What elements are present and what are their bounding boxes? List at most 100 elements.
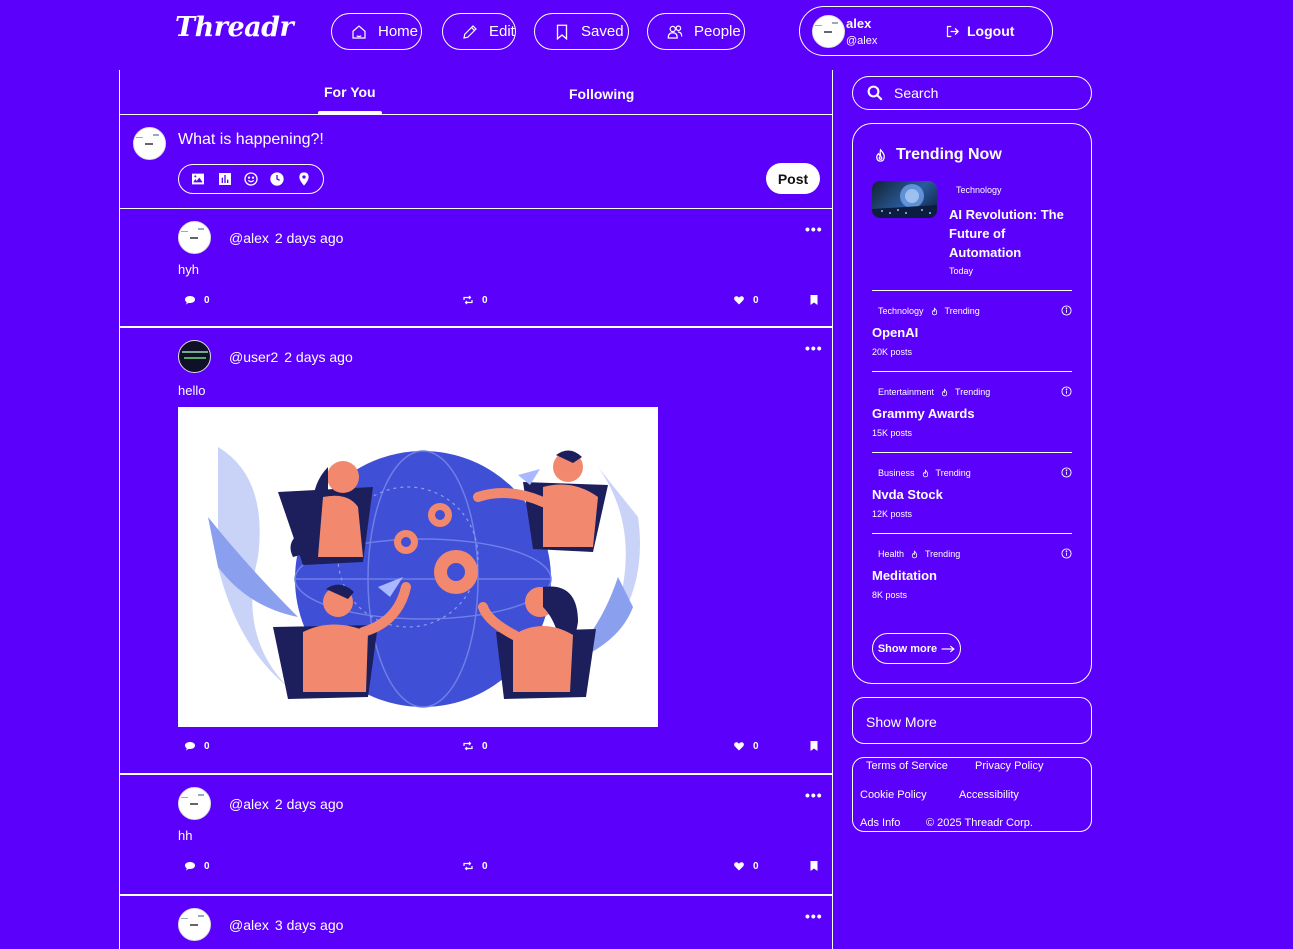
post: @alex 3 days ago ••• bbox=[120, 896, 832, 949]
post-meta: @alex 2 days ago bbox=[229, 230, 343, 246]
show-more-trending-button[interactable]: Show more bbox=[872, 633, 961, 664]
bookmark-icon bbox=[556, 24, 568, 40]
post-meta: @alex 3 days ago bbox=[229, 917, 343, 933]
user-menu[interactable]: alex @alex Logout bbox=[799, 6, 1053, 56]
like-button[interactable]: 0 bbox=[733, 860, 759, 872]
home-icon bbox=[352, 24, 366, 39]
post-avatar[interactable] bbox=[178, 787, 211, 820]
info-icon[interactable] bbox=[1061, 305, 1072, 316]
repost-button[interactable]: 0 bbox=[462, 860, 488, 872]
info-icon[interactable] bbox=[1061, 386, 1072, 397]
emoji-icon[interactable] bbox=[243, 171, 259, 187]
tab-for-you[interactable]: For You bbox=[318, 84, 382, 115]
arrow-right-icon bbox=[941, 645, 955, 652]
footer-ads-link[interactable]: Ads Info bbox=[860, 817, 900, 829]
post-avatar[interactable] bbox=[178, 221, 211, 254]
post-composer: What is happening?! Post bbox=[120, 115, 832, 209]
repost-icon bbox=[463, 295, 473, 305]
heart-icon bbox=[734, 742, 744, 751]
nav-edit-button[interactable]: Edit bbox=[442, 13, 516, 50]
search-icon bbox=[867, 85, 883, 101]
like-count: 0 bbox=[753, 860, 759, 872]
trending-title: Trending Now bbox=[873, 146, 1002, 164]
trending-item-count: 20K posts bbox=[872, 347, 913, 357]
footer-copyright: © 2025 Threadr Corp. bbox=[926, 817, 1033, 829]
app-logo[interactable]: Threadr bbox=[175, 12, 294, 43]
schedule-icon[interactable] bbox=[269, 171, 285, 187]
post: @user2 2 days ago ••• hello 0 0 0 bbox=[120, 328, 832, 775]
nav-people-button[interactable]: People bbox=[647, 13, 745, 50]
logout-label: Logout bbox=[967, 23, 1015, 39]
trending-item[interactable]: Technology Trending OpenAI 20K posts bbox=[872, 290, 1072, 371]
trending-item-category: Health Trending bbox=[878, 549, 960, 559]
fire-icon bbox=[876, 148, 885, 162]
post-handle[interactable]: @alex bbox=[229, 917, 269, 933]
post-handle[interactable]: @alex bbox=[229, 230, 269, 246]
like-button[interactable]: 0 bbox=[733, 294, 759, 306]
repost-button[interactable]: 0 bbox=[462, 740, 488, 752]
comment-button[interactable]: 0 bbox=[184, 740, 210, 752]
repost-count: 0 bbox=[482, 860, 488, 872]
show-more-button[interactable]: Show More bbox=[852, 697, 1092, 744]
nav-home-button[interactable]: Home bbox=[331, 13, 422, 50]
trending-item-count: 15K posts bbox=[872, 428, 913, 438]
post-text: hello bbox=[178, 383, 206, 398]
comment-icon bbox=[185, 742, 195, 751]
featured-image[interactable] bbox=[872, 181, 937, 218]
nav-home-label: Home bbox=[378, 23, 419, 40]
heart-icon bbox=[734, 296, 744, 305]
trending-item[interactable]: Business Trending Nvda Stock 12K posts bbox=[872, 452, 1072, 533]
footer-cookie-link[interactable]: Cookie Policy bbox=[860, 789, 927, 801]
post-button[interactable]: Post bbox=[766, 163, 820, 194]
comment-count: 0 bbox=[204, 294, 210, 306]
pencil-icon bbox=[463, 24, 477, 39]
featured-title[interactable]: AI Revolution: The Future of Automation bbox=[949, 205, 1079, 262]
ellipsis-icon[interactable]: ••• bbox=[805, 221, 823, 237]
bookmark-icon[interactable] bbox=[808, 740, 820, 752]
like-count: 0 bbox=[753, 740, 759, 752]
image-icon[interactable] bbox=[190, 171, 206, 187]
comment-button[interactable]: 0 bbox=[184, 294, 210, 306]
repost-button[interactable]: 0 bbox=[462, 294, 488, 306]
footer-privacy-link[interactable]: Privacy Policy bbox=[975, 760, 1043, 772]
search-input[interactable]: Search bbox=[852, 76, 1092, 110]
category-label: Health bbox=[878, 549, 905, 559]
post: @alex 2 days ago ••• hyh 0 0 0 bbox=[120, 209, 832, 328]
footer-terms-link[interactable]: Terms of Service bbox=[866, 760, 948, 772]
post-time: 2 days ago bbox=[274, 796, 344, 812]
post-handle[interactable]: @alex bbox=[229, 796, 269, 812]
post-handle[interactable]: @user2 bbox=[229, 349, 278, 365]
poll-icon[interactable] bbox=[217, 171, 233, 187]
trending-item-category: Business Trending bbox=[878, 468, 971, 478]
trending-item-count: 8K posts bbox=[872, 590, 908, 600]
bookmark-icon[interactable] bbox=[808, 860, 820, 872]
post-avatar[interactable] bbox=[178, 340, 211, 373]
trending-item[interactable]: Entertainment Trending Grammy Awards 15K… bbox=[872, 371, 1072, 452]
user-handle: @alex bbox=[846, 35, 878, 47]
footer-accessibility-link[interactable]: Accessibility bbox=[959, 789, 1019, 801]
comment-count: 0 bbox=[204, 860, 210, 872]
nav-saved-button[interactable]: Saved bbox=[534, 13, 629, 50]
tab-following[interactable]: Following bbox=[569, 86, 634, 102]
trending-tag: Trending bbox=[944, 306, 980, 316]
location-icon[interactable] bbox=[296, 171, 312, 187]
trending-tag: Trending bbox=[935, 468, 971, 478]
info-icon[interactable] bbox=[1061, 548, 1072, 559]
nav-saved-label: Saved bbox=[581, 23, 624, 40]
ellipsis-icon[interactable]: ••• bbox=[805, 908, 823, 924]
trending-item[interactable]: Health Trending Meditation 8K posts bbox=[872, 533, 1072, 614]
logout-button[interactable]: Logout bbox=[945, 23, 1014, 39]
post-avatar[interactable] bbox=[178, 908, 211, 941]
ellipsis-icon[interactable]: ••• bbox=[805, 787, 823, 803]
trending-item-category: Technology Trending bbox=[878, 306, 980, 316]
comment-button[interactable]: 0 bbox=[184, 860, 210, 872]
post-actions: 0 0 0 bbox=[120, 294, 834, 308]
bookmark-icon[interactable] bbox=[808, 294, 820, 306]
repost-count: 0 bbox=[482, 740, 488, 752]
info-icon[interactable] bbox=[1061, 467, 1072, 478]
comment-icon bbox=[185, 296, 195, 305]
ellipsis-icon[interactable]: ••• bbox=[805, 340, 823, 356]
composer-input[interactable]: What is happening?! bbox=[178, 131, 324, 149]
like-button[interactable]: 0 bbox=[733, 740, 759, 752]
post-image[interactable] bbox=[178, 407, 658, 727]
